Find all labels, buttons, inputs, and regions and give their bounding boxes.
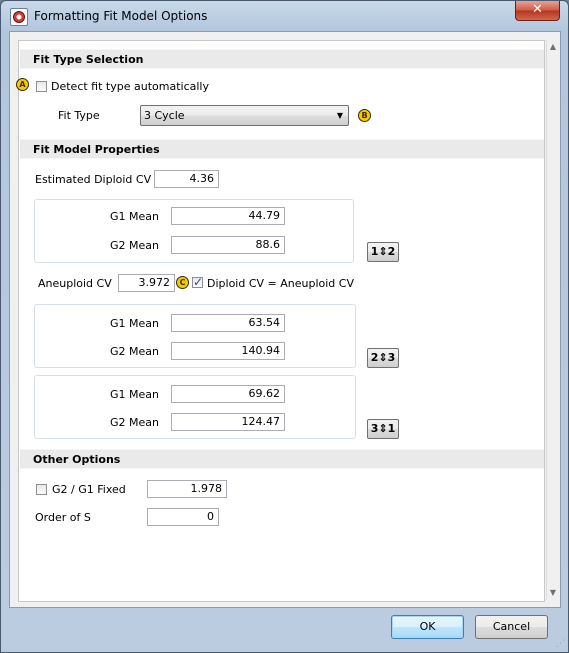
aneuploid-cv-field[interactable]: 3.972 xyxy=(118,274,175,292)
checkmark-icon: ✓ xyxy=(193,275,204,289)
cycle1-g1-field[interactable]: 44.79 xyxy=(171,207,285,225)
section-other-options: Other Options xyxy=(20,449,544,469)
fit-type-value: 3 Cycle xyxy=(144,109,185,122)
scroll-up-icon[interactable]: ▲ xyxy=(548,42,558,52)
order-of-s-field[interactable]: 0 xyxy=(147,508,219,526)
cycle3-g2-field[interactable]: 124.47 xyxy=(171,413,285,431)
cycle3-g2-label: G2 Mean xyxy=(110,416,159,429)
cycle1-g2-label: G2 Mean xyxy=(110,239,159,252)
scroll-down-icon[interactable]: ▼ xyxy=(548,588,558,598)
dialog-window: Formatting Fit Model Options ✕ ▲ ▼ Fit T… xyxy=(0,0,569,653)
resize-grip-icon[interactable]: ⋰ xyxy=(556,639,565,649)
diploid-equals-checkbox[interactable]: ✓ xyxy=(192,275,204,289)
title-bar[interactable]: Formatting Fit Model Options ✕ xyxy=(1,1,568,31)
g2g1-fixed-field[interactable]: 1.978 xyxy=(147,480,227,498)
vertical-scrollbar[interactable]: ▲ ▼ xyxy=(546,40,559,600)
cycle3-g1-field[interactable]: 69.62 xyxy=(171,385,285,403)
swap-3-1-button[interactable]: 3⇕1 xyxy=(367,419,399,439)
order-of-s-label: Order of S xyxy=(35,511,91,524)
section-fit-model: Fit Model Properties xyxy=(20,139,544,159)
cycle2-g1-field[interactable]: 63.54 xyxy=(171,314,285,332)
detect-auto-label: Detect fit type automatically xyxy=(51,80,209,93)
cycle2-g1-label: G1 Mean xyxy=(110,317,159,330)
aneuploid-cv-label: Aneuploid CV xyxy=(38,277,112,290)
swap-2-3-button[interactable]: 2⇕3 xyxy=(367,348,399,368)
detect-auto-checkbox[interactable] xyxy=(36,81,47,92)
close-icon[interactable]: ✕ xyxy=(515,1,560,21)
annotation-badge-b: B xyxy=(358,109,371,122)
cycle2-g2-label: G2 Mean xyxy=(110,345,159,358)
g2g1-fixed-label: G2 / G1 Fixed xyxy=(52,483,126,496)
annotation-badge-a: A xyxy=(16,78,29,91)
cycle1-g2-field[interactable]: 88.6 xyxy=(171,236,285,254)
est-diploid-cv-field[interactable]: 4.36 xyxy=(154,170,219,188)
cancel-button[interactable]: Cancel xyxy=(475,615,548,639)
diploid-equals-label: Diploid CV = Aneuploid CV xyxy=(207,277,354,290)
cycle2-g2-field[interactable]: 140.94 xyxy=(171,342,285,360)
annotation-badge-c: C xyxy=(176,276,189,289)
ok-button[interactable]: OK xyxy=(391,615,464,639)
window-title: Formatting Fit Model Options xyxy=(34,9,208,23)
swap-1-2-button[interactable]: 1⇕2 xyxy=(367,242,399,262)
cycle1-g1-label: G1 Mean xyxy=(110,210,159,223)
app-logo-icon xyxy=(10,8,28,26)
cycle3-g1-label: G1 Mean xyxy=(110,388,159,401)
g2g1-fixed-checkbox[interactable] xyxy=(36,484,47,495)
fit-type-select[interactable]: 3 Cycle ▼ xyxy=(140,105,349,126)
est-diploid-cv-label: Estimated Diploid CV xyxy=(35,173,152,186)
chevron-down-icon: ▼ xyxy=(336,111,343,120)
fit-type-label: Fit Type xyxy=(58,109,100,122)
section-fit-type: Fit Type Selection xyxy=(20,49,544,69)
